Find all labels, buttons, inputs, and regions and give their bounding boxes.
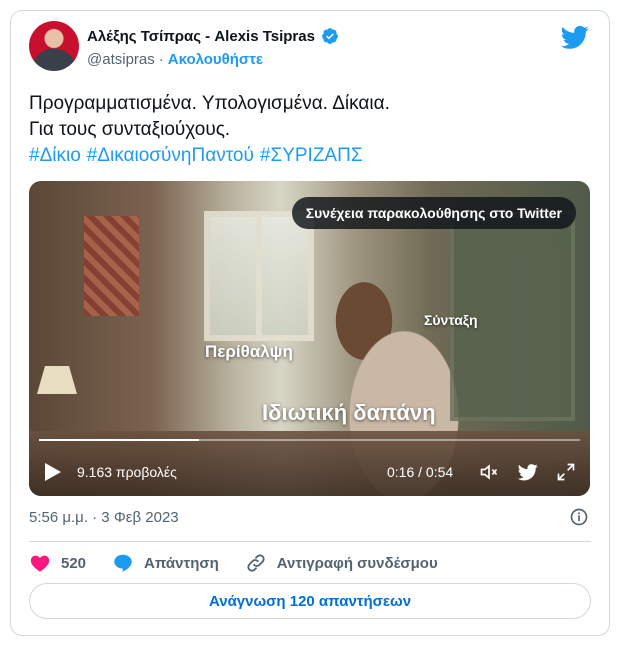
tweet-actions: 520 Απάντηση Αντιγραφή συνδέσμου bbox=[29, 551, 464, 575]
author-handle-row: @atsipras · Ακολουθήστε bbox=[87, 51, 263, 68]
author-display-name[interactable]: Αλέξης Τσίπρας - Alexis Tsipras bbox=[87, 28, 315, 45]
volume-muted-icon[interactable] bbox=[479, 462, 499, 482]
fullscreen-icon[interactable] bbox=[556, 462, 576, 482]
video-frame-detail bbox=[37, 366, 77, 394]
tweet-text-line-1: Προγραμματισμένα. Υπολογισμένα. Δίκαια. bbox=[29, 93, 390, 114]
copy-link-button[interactable]: Αντιγραφή συνδέσμου bbox=[245, 552, 438, 574]
video-progress-bar[interactable] bbox=[39, 439, 580, 441]
video-progress-fill bbox=[39, 439, 200, 441]
video-caption-label: Ιδιωτική δαπάνη bbox=[262, 400, 436, 425]
twitter-logo-icon[interactable] bbox=[561, 23, 589, 51]
view-count: 9.163 προβολές bbox=[77, 464, 177, 480]
reply-button[interactable]: Απάντηση bbox=[112, 552, 219, 574]
twitter-bird-icon[interactable] bbox=[517, 462, 539, 482]
video-frame-detail bbox=[204, 211, 314, 341]
video-controls: 9.163 προβολές 0:16 / 0:54 bbox=[29, 455, 590, 489]
follow-link[interactable]: Ακολουθήστε bbox=[168, 51, 263, 68]
divider bbox=[29, 541, 591, 542]
video-frame-detail bbox=[84, 216, 139, 316]
author-avatar[interactable] bbox=[29, 21, 79, 71]
hashtag-link[interactable]: #ΔικαιοσύνηΠαντού bbox=[87, 145, 254, 166]
author-handle[interactable]: @atsipras bbox=[87, 51, 155, 68]
video-caption-label: Σύνταξη bbox=[424, 312, 478, 328]
video-time: 0:16 / 0:54 bbox=[387, 464, 454, 480]
reply-bubble-icon bbox=[114, 554, 132, 572]
tweet-text-line-2: Για τους συνταξιούχους. bbox=[29, 119, 231, 140]
video-player[interactable]: Περίθαλψη Σύνταξη Ιδιωτική δαπάνη Συνέχε… bbox=[29, 181, 590, 496]
hashtag-link[interactable]: #Δίκιο bbox=[29, 145, 81, 166]
read-replies-button[interactable]: Ανάγνωση 120 απαντήσεων bbox=[29, 583, 591, 619]
video-caption-label: Περίθαλψη bbox=[205, 342, 293, 361]
continue-watching-button[interactable]: Συνέχεια παρακολούθησης στο Twitter bbox=[291, 197, 576, 229]
verified-badge-icon bbox=[322, 28, 338, 44]
like-count: 520 bbox=[61, 554, 87, 572]
play-icon[interactable] bbox=[45, 463, 61, 481]
info-icon[interactable] bbox=[569, 507, 589, 527]
tweet-timestamp[interactable]: 5:56 μ.μ. · 3 Φεβ 2023 bbox=[29, 509, 179, 526]
link-icon bbox=[247, 554, 265, 572]
tweet-text: Προγραμματισμένα. Υπολογισμένα. Δίκαια. … bbox=[29, 91, 589, 169]
author-name-row: Αλέξης Τσίπρας - Alexis Tsipras bbox=[87, 27, 339, 45]
heart-icon bbox=[30, 555, 50, 572]
hashtag-link[interactable]: #ΣΥΡΙΖΑΠΣ bbox=[260, 145, 363, 166]
copy-link-label: Αντιγραφή συνδέσμου bbox=[276, 554, 438, 572]
hashtag-list: #Δίκιο #ΔικαιοσύνηΠαντού #ΣΥΡΙΖΑΠΣ bbox=[29, 143, 589, 169]
embedded-tweet-card: Αλέξης Τσίπρας - Alexis Tsipras @atsipra… bbox=[10, 10, 610, 636]
reply-label: Απάντηση bbox=[144, 554, 219, 572]
like-button[interactable]: 520 bbox=[29, 552, 86, 574]
handle-separator: · bbox=[158, 51, 164, 68]
